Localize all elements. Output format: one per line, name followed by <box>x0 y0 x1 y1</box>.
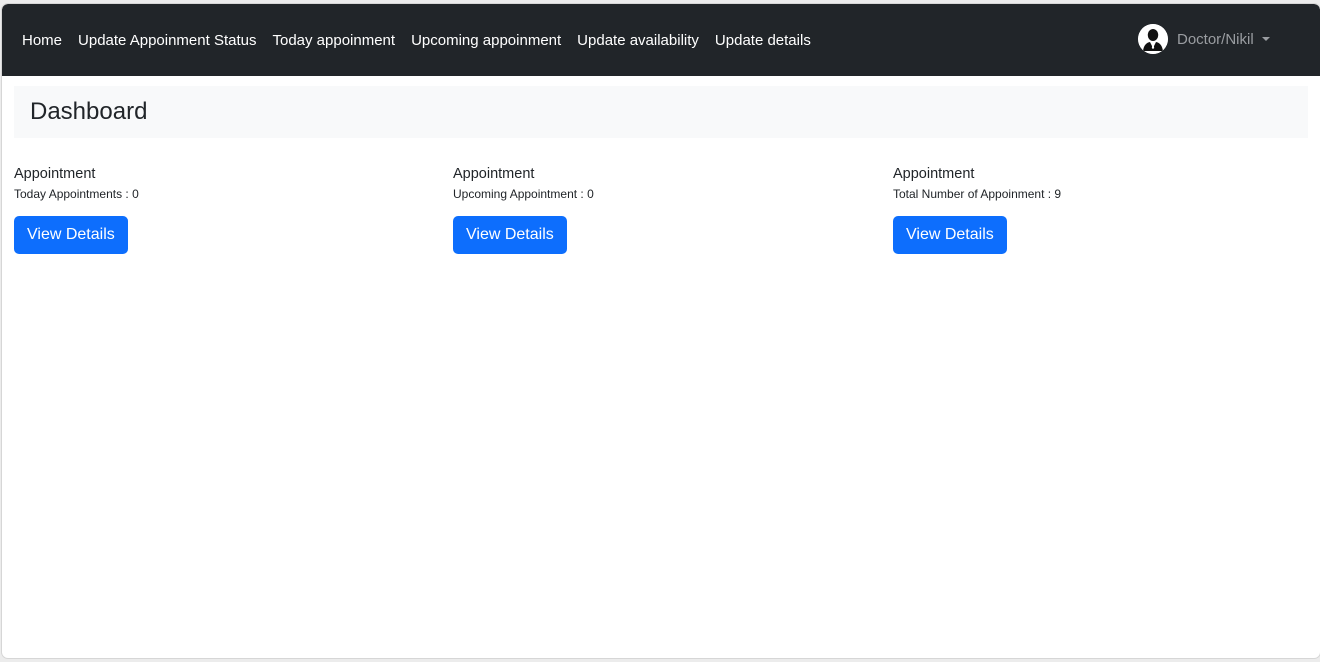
nav-link-today-appointment[interactable]: Today appoinment <box>264 32 403 49</box>
nav-link-upcoming-appointment[interactable]: Upcoming appoinment <box>403 32 569 49</box>
view-details-button[interactable]: View Details <box>14 216 128 254</box>
nav-link-update-availability[interactable]: Update availability <box>569 32 707 49</box>
user-name-label: Doctor/Nikil <box>1177 30 1254 48</box>
card-title: Appointment <box>14 166 96 182</box>
card-count-text: Total Number of Appoinment : 9 <box>893 187 1062 201</box>
nav-link-home[interactable]: Home <box>14 32 70 49</box>
card-title: Appointment <box>453 166 535 182</box>
today-appointments-card: Appointment Today Appointments : 0 View … <box>14 164 139 254</box>
view-details-button[interactable]: View Details <box>453 216 567 254</box>
card-count-text: Today Appointments : 0 <box>14 187 139 201</box>
user-dropdown-toggle[interactable]: Doctor/Nikil <box>1138 23 1270 55</box>
nav-links: Home Update Appoinment Status Today appo… <box>14 4 819 76</box>
card-count-text: Upcoming Appointment : 0 <box>453 187 594 201</box>
nav-link-update-details[interactable]: Update details <box>707 32 819 49</box>
total-appointments-card: Appointment Total Number of Appoinment :… <box>893 164 1061 254</box>
upcoming-appointments-card: Appointment Upcoming Appointment : 0 Vie… <box>453 164 594 254</box>
page-title: Dashboard <box>30 98 148 125</box>
top-navbar: Home Update Appoinment Status Today appo… <box>2 4 1320 76</box>
page-header: Dashboard <box>14 86 1308 138</box>
caret-down-icon <box>1261 37 1270 41</box>
user-avatar-icon <box>1138 24 1168 54</box>
app-window: Home Update Appoinment Status Today appo… <box>2 4 1320 658</box>
card-title: Appointment <box>893 166 975 182</box>
view-details-button[interactable]: View Details <box>893 216 1007 254</box>
nav-link-update-appointment-status[interactable]: Update Appoinment Status <box>70 32 264 49</box>
